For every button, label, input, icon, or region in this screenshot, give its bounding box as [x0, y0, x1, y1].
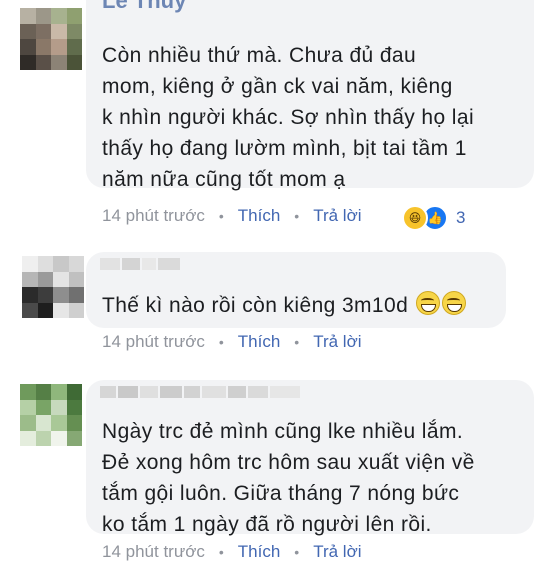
reply-button[interactable]: Trả lời [313, 542, 361, 562]
reaction-count: 3 [456, 208, 466, 227]
reply-button[interactable]: Trả lời [313, 332, 361, 352]
comment-meta: 14 phút trước • Thích • Trả lời [102, 332, 362, 352]
comment-time[interactable]: 14 phút trước [102, 542, 205, 562]
reply-button[interactable]: Trả lời [313, 206, 361, 226]
comment-bubble: Le Thuy Còn nhiều thứ mà. Chưa đủ đau mo… [86, 0, 534, 191]
comment-bubble: Ngày trc đẻ mình cũng lke nhiều lắm. Đẻ … [86, 380, 534, 536]
haha-icon: 😆 [402, 205, 428, 231]
comment-time[interactable]: 14 phút trước [102, 332, 205, 352]
comment-text: Thế kì nào rồi còn kiêng 3m10d [102, 290, 496, 321]
comment-meta: 14 phút trước • Thích • Trả lời [102, 542, 362, 562]
like-button[interactable]: Thích [238, 332, 281, 352]
separator-dot: • [294, 334, 300, 350]
comment-text: Còn nhiều thứ mà. Chưa đủ đau mom, kiêng… [102, 44, 475, 191]
comment-text: Ngày trc đẻ mình cũng lke nhiều lắm. Đẻ … [102, 420, 475, 536]
like-button[interactable]: Thích [238, 542, 281, 562]
separator-dot: • [294, 208, 300, 224]
comment-meta: 14 phút trước • Thích • Trả lời [102, 206, 362, 226]
comment-bubble: Thế kì nào rồi còn kiêng 3m10d [86, 252, 506, 328]
separator-dot: • [218, 544, 224, 560]
comment-author[interactable] [100, 258, 180, 272]
avatar[interactable] [22, 256, 84, 318]
like-button[interactable]: Thích [238, 206, 281, 226]
avatar[interactable] [20, 8, 82, 70]
separator-dot: • [218, 208, 224, 224]
comment-time[interactable]: 14 phút trước [102, 206, 205, 226]
comment-author[interactable]: Le Thuy [102, 0, 186, 14]
grinning-face-icon [416, 291, 441, 315]
reaction-summary[interactable]: 😆 👍 3 [402, 205, 465, 231]
avatar[interactable] [20, 384, 82, 446]
separator-dot: • [218, 334, 224, 350]
grinning-face-icon [442, 291, 467, 315]
comment-author[interactable] [100, 386, 300, 400]
separator-dot: • [294, 544, 300, 560]
